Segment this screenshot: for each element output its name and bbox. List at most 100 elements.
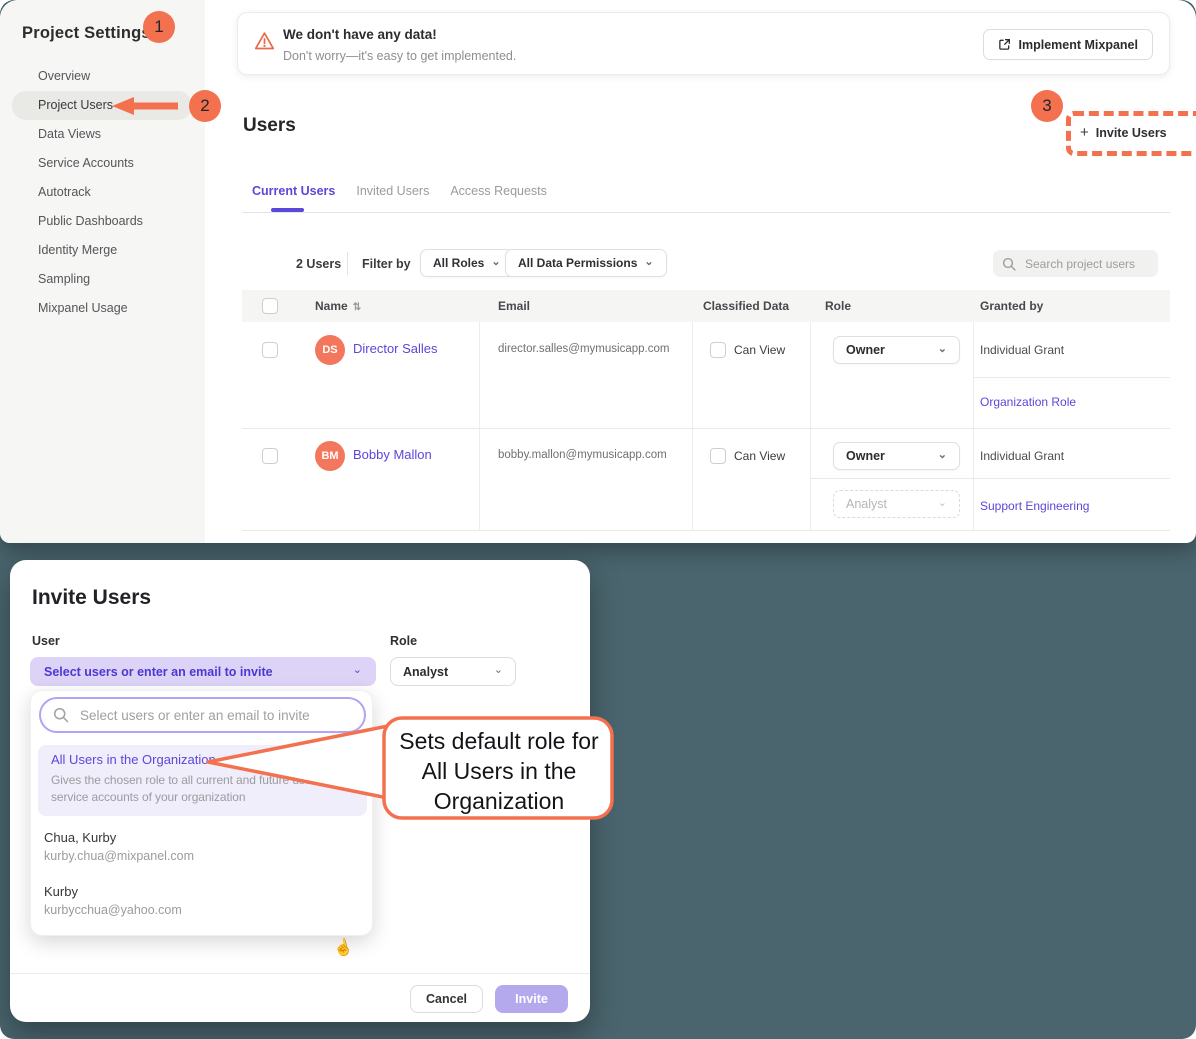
sidebar-item-service-accounts[interactable]: Service Accounts xyxy=(0,149,205,178)
column-header-email: Email xyxy=(498,299,530,313)
select-all-checkbox[interactable] xyxy=(262,298,278,314)
user-count: 2 Users xyxy=(296,257,341,271)
plus-icon: + xyxy=(1080,124,1089,141)
sidebar-item-mixpanel-usage[interactable]: Mixpanel Usage xyxy=(0,294,205,323)
column-divider xyxy=(973,322,974,530)
search-icon xyxy=(53,707,69,723)
dialog-title: Invite Users xyxy=(32,586,151,610)
all-roles-label: All Roles xyxy=(433,256,484,270)
sub-row-divider xyxy=(973,377,1170,378)
tab-invited-users[interactable]: Invited Users xyxy=(356,184,429,198)
option-user[interactable]: Chua, Kurby kurby.chua@mixpanel.com xyxy=(44,830,194,863)
user-select-value: Select users or enter an email to invite xyxy=(44,665,273,679)
column-divider xyxy=(692,322,693,530)
chevron-down-icon: ⌄ xyxy=(494,665,503,676)
sidebar-item-data-views[interactable]: Data Views xyxy=(0,120,205,149)
can-view-checkbox[interactable] xyxy=(710,342,726,358)
implement-mixpanel-button[interactable]: Implement Mixpanel xyxy=(983,29,1153,60)
row-divider xyxy=(242,530,1170,531)
filter-separator xyxy=(347,252,348,275)
warning-icon xyxy=(254,31,275,51)
column-header-name[interactable]: Name⇅ xyxy=(315,299,361,313)
search-icon xyxy=(1002,257,1016,271)
can-view-label: Can View xyxy=(734,449,785,463)
row-checkbox[interactable] xyxy=(262,448,278,464)
chevron-down-icon: ⌄ xyxy=(938,498,947,509)
granted-by-value: Individual Grant xyxy=(980,343,1064,357)
role-select-value: Analyst xyxy=(403,665,448,679)
user-email: bobby.mallon@mymusicapp.com xyxy=(498,449,667,461)
cancel-button[interactable]: Cancel xyxy=(410,985,483,1013)
banner-button-label: Implement Mixpanel xyxy=(1019,38,1138,52)
table-header: Name⇅ Email Classified Data Role Granted… xyxy=(242,290,1170,322)
row-divider xyxy=(242,428,1170,429)
filter-by-label: Filter by xyxy=(362,257,411,271)
role-select[interactable]: Analyst ⌄ xyxy=(390,657,516,686)
dialog-footer-divider xyxy=(10,973,590,974)
avatar: BM xyxy=(315,441,345,471)
all-data-permissions-label: All Data Permissions xyxy=(518,256,637,270)
callout-text: Sets default role for All Users in the O… xyxy=(394,726,604,816)
screenshot-canvas: Project Settings Overview Project Users … xyxy=(0,0,1196,1039)
users-heading: Users xyxy=(243,115,296,137)
can-view-label: Can View xyxy=(734,343,785,357)
sub-row-divider xyxy=(810,478,1170,479)
chevron-down-icon: ⌄ xyxy=(938,344,947,355)
granted-by-value: Individual Grant xyxy=(980,449,1064,463)
users-tabs: Current Users Invited Users Access Reque… xyxy=(252,184,547,198)
annotation-arrow-icon xyxy=(112,95,180,117)
tab-access-requests[interactable]: Access Requests xyxy=(450,184,547,198)
column-header-role: Role xyxy=(825,299,851,313)
can-view-checkbox[interactable] xyxy=(710,448,726,464)
column-divider xyxy=(810,322,811,530)
user-name-link[interactable]: Director Salles xyxy=(353,341,438,356)
search-project-users[interactable] xyxy=(993,250,1158,277)
sidebar-item-autotrack[interactable]: Autotrack xyxy=(0,178,205,207)
no-data-banner: We don't have any data! Don't worry—it's… xyxy=(237,12,1170,75)
option-user[interactable]: Kurby kurbycchua@yahoo.com xyxy=(44,884,182,917)
invite-users-button-label: Invite Users xyxy=(1096,126,1167,140)
sidebar-item-overview[interactable]: Overview xyxy=(0,62,205,91)
sort-icon: ⇅ xyxy=(353,302,361,313)
column-divider xyxy=(479,322,480,530)
sidebar-item-sampling[interactable]: Sampling xyxy=(0,265,205,294)
invite-button[interactable]: Invite xyxy=(495,985,568,1013)
sidebar-item-public-dashboards[interactable]: Public Dashboards xyxy=(0,207,205,236)
row-checkbox[interactable] xyxy=(262,342,278,358)
user-field-label: User xyxy=(32,634,60,648)
role-select[interactable]: Owner ⌄ xyxy=(833,336,960,364)
users-table: Name⇅ Email Classified Data Role Granted… xyxy=(242,290,1170,530)
chevron-down-icon: ⌄ xyxy=(353,665,362,676)
step-badge-2: 2 xyxy=(189,90,221,122)
role-select[interactable]: Owner ⌄ xyxy=(833,442,960,470)
search-project-users-input[interactable] xyxy=(1023,256,1143,272)
column-header-classified-data: Classified Data xyxy=(703,299,789,313)
user-select[interactable]: Select users or enter an email to invite… xyxy=(30,657,376,686)
avatar: DS xyxy=(315,335,345,365)
banner-title: We don't have any data! xyxy=(283,27,437,42)
banner-subtitle: Don't worry—it's easy to get implemented… xyxy=(283,49,516,63)
column-header-granted-by: Granted by xyxy=(980,299,1043,313)
chevron-down-icon: ⌄ xyxy=(644,257,653,268)
granted-by-link[interactable]: Organization Role xyxy=(980,395,1076,409)
user-name-link[interactable]: Bobby Mallon xyxy=(353,447,432,462)
tab-current-users[interactable]: Current Users xyxy=(252,184,335,198)
chevron-down-icon: ⌄ xyxy=(491,257,500,268)
option-title: All Users in the Organization xyxy=(51,752,216,767)
step-badge-3: 3 xyxy=(1031,90,1063,122)
all-data-permissions-filter[interactable]: All Data Permissions ⌄ xyxy=(505,249,667,277)
step-badge-1: 1 xyxy=(143,11,175,43)
project-settings-page: Project Settings Overview Project Users … xyxy=(0,0,1196,543)
sidebar-item-identity-merge[interactable]: Identity Merge xyxy=(0,236,205,265)
granted-by-link[interactable]: Support Engineering xyxy=(980,499,1089,513)
external-link-icon xyxy=(998,38,1011,51)
role-select-disabled: Analyst ⌄ xyxy=(833,490,960,518)
option-title: Chua, Kurby xyxy=(44,830,194,845)
invite-users-button[interactable]: + Invite Users xyxy=(1080,124,1167,141)
role-field-label: Role xyxy=(390,634,417,648)
user-email: director.salles@mymusicapp.com xyxy=(498,343,669,355)
chevron-down-icon: ⌄ xyxy=(938,450,947,461)
option-email: kurby.chua@mixpanel.com xyxy=(44,849,194,863)
all-roles-filter[interactable]: All Roles ⌄ xyxy=(420,249,514,277)
option-title: Kurby xyxy=(44,884,182,899)
